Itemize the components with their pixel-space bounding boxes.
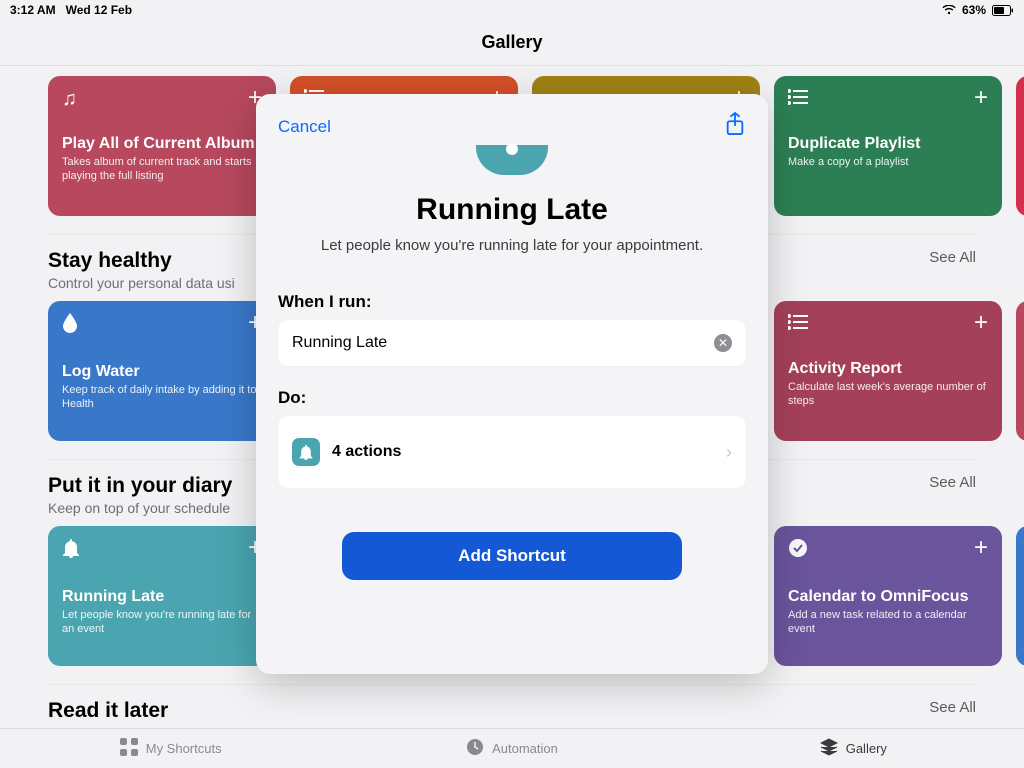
- plus-icon[interactable]: +: [974, 84, 988, 112]
- clock-icon: [466, 738, 484, 759]
- see-all-healthy[interactable]: See All: [929, 249, 976, 266]
- card-activity-report[interactable]: + Activity Report Calculate last week's …: [774, 301, 1002, 441]
- card-title: Duplicate Playlist: [788, 135, 988, 153]
- shortcut-modal: Cancel Running Late Let people know you'…: [256, 94, 768, 674]
- add-shortcut-button[interactable]: Add Shortcut: [342, 532, 682, 580]
- tab-label: My Shortcuts: [146, 741, 222, 756]
- card-sub: Takes album of current track and starts …: [62, 155, 262, 184]
- name-input-row[interactable]: ✕: [278, 320, 746, 366]
- battery-percent: 63%: [962, 3, 986, 17]
- cancel-button[interactable]: Cancel: [278, 117, 331, 137]
- tab-label: Automation: [492, 741, 558, 756]
- card-title: Log Water: [62, 363, 262, 381]
- card-title: Activity Report: [788, 360, 988, 378]
- card-sub: Let people know you're running late for …: [62, 608, 262, 637]
- grid-icon: [120, 738, 138, 759]
- see-all-diary[interactable]: See All: [929, 474, 976, 491]
- page-header: Gallery: [0, 20, 1024, 65]
- card-sub: Add a new task related to a calendar eve…: [788, 608, 988, 637]
- card-sub: Keep track of daily intake by adding it …: [62, 383, 262, 412]
- battery-icon: [992, 5, 1014, 16]
- section-sub-diary: Keep on top of your schedule: [48, 500, 232, 516]
- actions-count: 4 actions: [332, 443, 401, 461]
- card-title: Running Late: [62, 588, 262, 606]
- check-circle-icon: [788, 538, 988, 564]
- section-title-healthy: Stay healthy: [48, 249, 235, 273]
- card-edge[interactable]: [1016, 76, 1024, 216]
- share-button[interactable]: [724, 112, 746, 141]
- stack-icon: [820, 738, 838, 759]
- tab-automation[interactable]: Automation: [341, 729, 682, 768]
- chevron-right-icon: ›: [726, 442, 732, 463]
- card-sub: Calculate last week's average number of …: [788, 380, 988, 409]
- drop-icon: [62, 313, 262, 339]
- do-label: Do:: [278, 388, 746, 408]
- music-icon: ♫: [62, 88, 262, 111]
- modal-title: Running Late: [278, 193, 746, 227]
- list-icon: [788, 88, 988, 111]
- tab-label: Gallery: [846, 741, 887, 756]
- card-duplicate-playlist[interactable]: + Duplicate Playlist Make a copy of a pl…: [774, 76, 1002, 216]
- plus-icon[interactable]: +: [974, 309, 988, 337]
- card-play-album[interactable]: + ♫ Play All of Current Album Takes albu…: [48, 76, 276, 216]
- tab-my-shortcuts[interactable]: My Shortcuts: [0, 729, 341, 768]
- card-log-water[interactable]: + Log Water Keep track of daily intake b…: [48, 301, 276, 441]
- when-label: When I run:: [278, 292, 746, 312]
- status-date: Wed 12 Feb: [66, 3, 132, 17]
- page-title: Gallery: [481, 32, 542, 53]
- section-title-read: Read it later: [48, 699, 261, 723]
- clear-icon[interactable]: ✕: [714, 334, 732, 352]
- card-title: Play All of Current Album: [62, 135, 262, 153]
- modal-subtitle: Let people know you're running late for …: [278, 237, 746, 254]
- bell-icon: [62, 538, 262, 564]
- actions-row[interactable]: 4 actions ›: [278, 416, 746, 488]
- bell-icon: [292, 438, 320, 466]
- status-time: 3:12 AM: [10, 3, 56, 17]
- card-sub: Make a copy of a playlist: [788, 155, 988, 169]
- section-title-diary: Put it in your diary: [48, 474, 232, 498]
- tab-gallery[interactable]: Gallery: [683, 729, 1024, 768]
- card-calendar-omnifocus[interactable]: + Calendar to OmniFocus Add a new task r…: [774, 526, 1002, 666]
- shortcut-name-input[interactable]: [292, 334, 714, 352]
- see-all-read[interactable]: See All: [929, 699, 976, 716]
- plus-icon[interactable]: +: [974, 534, 988, 562]
- section-sub-healthy: Control your personal data usi: [48, 275, 235, 291]
- modal-hero-icon: [278, 145, 746, 175]
- list-icon: [788, 313, 988, 336]
- card-running-late[interactable]: + Running Late Let people know you're ru…: [48, 526, 276, 666]
- card-edge[interactable]: [1016, 526, 1024, 666]
- wifi-icon: [942, 5, 956, 15]
- card-title: Calendar to OmniFocus: [788, 588, 988, 606]
- status-bar: 3:12 AM Wed 12 Feb 63%: [0, 0, 1024, 20]
- card-edge[interactable]: [1016, 301, 1024, 441]
- tab-bar: My Shortcuts Automation Gallery: [0, 728, 1024, 768]
